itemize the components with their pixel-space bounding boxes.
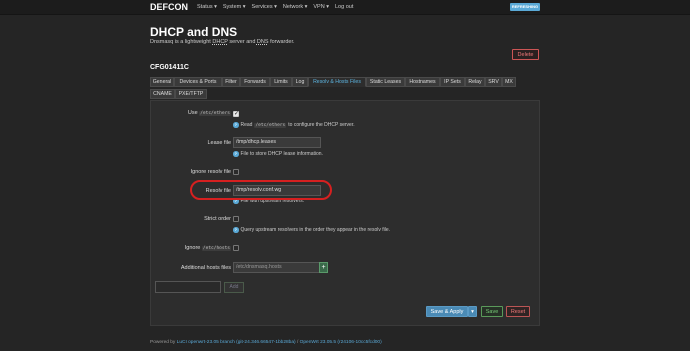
- ignore-hosts-checkbox[interactable]: [233, 245, 239, 251]
- nav-system[interactable]: System ▾: [223, 4, 246, 10]
- nav-status[interactable]: Status ▾: [197, 4, 217, 10]
- subtitle-text: Dnsmasq is a lightweight: [150, 39, 213, 45]
- ignore-hosts-label: Ignore /etc/hosts: [185, 245, 231, 251]
- reset-button[interactable]: Reset: [506, 306, 530, 317]
- tab-filter[interactable]: Filter: [222, 77, 240, 87]
- nav-services[interactable]: Services ▾: [252, 4, 277, 10]
- lease-file-label: Lease file: [207, 140, 231, 146]
- code-path: /etc/ethers: [199, 111, 231, 116]
- brand-logo[interactable]: DEFCON: [150, 2, 188, 12]
- strict-order-label: Strict order: [204, 216, 231, 222]
- lease-file-hint: ? File to store DHCP lease information.: [233, 151, 323, 157]
- label-text: Use: [187, 110, 198, 116]
- tab-hostnames[interactable]: Hostnames: [405, 77, 440, 87]
- use-ethers-label: Use /etc/ethers: [188, 110, 231, 116]
- dns-abbr: DNS: [256, 39, 269, 45]
- footer-text: Powered by: [150, 340, 177, 345]
- refreshing-badge[interactable]: REFRESHING: [510, 3, 540, 11]
- tab-mx[interactable]: MX: [502, 77, 516, 87]
- new-section-input[interactable]: [155, 281, 221, 293]
- main-nav: Status ▾ System ▾ Services ▾ Network ▾ V…: [197, 4, 353, 10]
- code-path: /etc/hosts: [201, 246, 231, 251]
- nav-network[interactable]: Network ▾: [283, 4, 307, 10]
- tab-cname[interactable]: CNAME: [150, 89, 175, 99]
- tab-limits[interactable]: Limits: [270, 77, 292, 87]
- hint-text: Read: [240, 122, 253, 128]
- tab-srv[interactable]: SRV: [485, 77, 502, 87]
- nav-vpn[interactable]: VPN ▾: [313, 4, 329, 10]
- hint-text: to configure the DHCP server.: [288, 122, 355, 128]
- save-button[interactable]: Save: [481, 306, 503, 317]
- help-icon: ?: [233, 122, 239, 128]
- footer: Powered by LuCI openwrt-23.05 branch (gi…: [150, 340, 382, 345]
- tab-log[interactable]: Log: [292, 77, 308, 87]
- tab-relay[interactable]: Relay: [465, 77, 485, 87]
- red-highlight-annotation: [190, 180, 332, 200]
- luci-link[interactable]: LuCI openwrt-23.05 branch (git-24.346.66…: [177, 340, 296, 345]
- tab-forwards[interactable]: Forwards: [240, 77, 270, 87]
- tab-pxe-tftp[interactable]: PXE/TFTP: [175, 89, 207, 99]
- use-ethers-hint: ? Read/etc/ethers to configure the DHCP se…: [233, 122, 355, 128]
- strict-order-hint: ? Query upstream resolvers in the order t…: [233, 227, 390, 233]
- ignore-resolv-checkbox[interactable]: [233, 169, 239, 175]
- tab-resolv-hosts-files[interactable]: Resolv & Hosts Files: [308, 77, 366, 87]
- tab-static-leases[interactable]: Static Leases: [366, 77, 405, 87]
- openwrt-link[interactable]: OpenWrt 23.05.5 (r24106-10cc5fcd00): [300, 340, 382, 345]
- hint-text: File to store DHCP lease information.: [240, 151, 323, 157]
- page-subtitle: Dnsmasq is a lightweight DHCP server and…: [150, 39, 295, 45]
- tab-general[interactable]: General: [150, 77, 174, 87]
- page-title: DHCP and DNS: [150, 25, 238, 39]
- additional-hosts-label: Additional hosts files: [180, 265, 231, 271]
- hint-text: Query upstream resolvers in the order th…: [240, 227, 391, 233]
- code-path: /etc/ethers: [254, 122, 287, 128]
- add-host-file-button[interactable]: +: [319, 262, 328, 273]
- use-ethers-checkbox[interactable]: [233, 110, 239, 117]
- delete-button[interactable]: Delete: [512, 49, 539, 60]
- apply-dropdown-arrow-icon[interactable]: ▾: [468, 306, 477, 317]
- save-apply-button[interactable]: Save & Apply: [426, 306, 468, 317]
- label-text: Ignore: [184, 245, 201, 251]
- ignore-resolv-label: Ignore resolv file: [190, 169, 231, 175]
- top-navbar: DEFCON Status ▾ System ▾ Services ▾ Netw…: [0, 0, 690, 15]
- add-section-button[interactable]: Add: [224, 282, 244, 293]
- section-title: CFG01411C: [150, 64, 189, 71]
- strict-order-checkbox[interactable]: [233, 216, 239, 222]
- dhcp-abbr: DHCP: [212, 39, 228, 45]
- nav-logout[interactable]: Log out: [335, 4, 353, 10]
- subtitle-text: server and: [227, 39, 257, 45]
- help-icon: ?: [233, 227, 239, 233]
- subtitle-text: forwarder.: [268, 39, 295, 45]
- additional-hosts-input[interactable]: /etc/dnsmasq.hosts: [233, 262, 328, 273]
- tab-ip-sets[interactable]: IP Sets: [440, 77, 465, 87]
- lease-file-input[interactable]: /tmp/dhcp.leases: [233, 137, 321, 148]
- tab-devices-ports[interactable]: Devices & Ports: [174, 77, 222, 87]
- help-icon: ?: [233, 151, 239, 157]
